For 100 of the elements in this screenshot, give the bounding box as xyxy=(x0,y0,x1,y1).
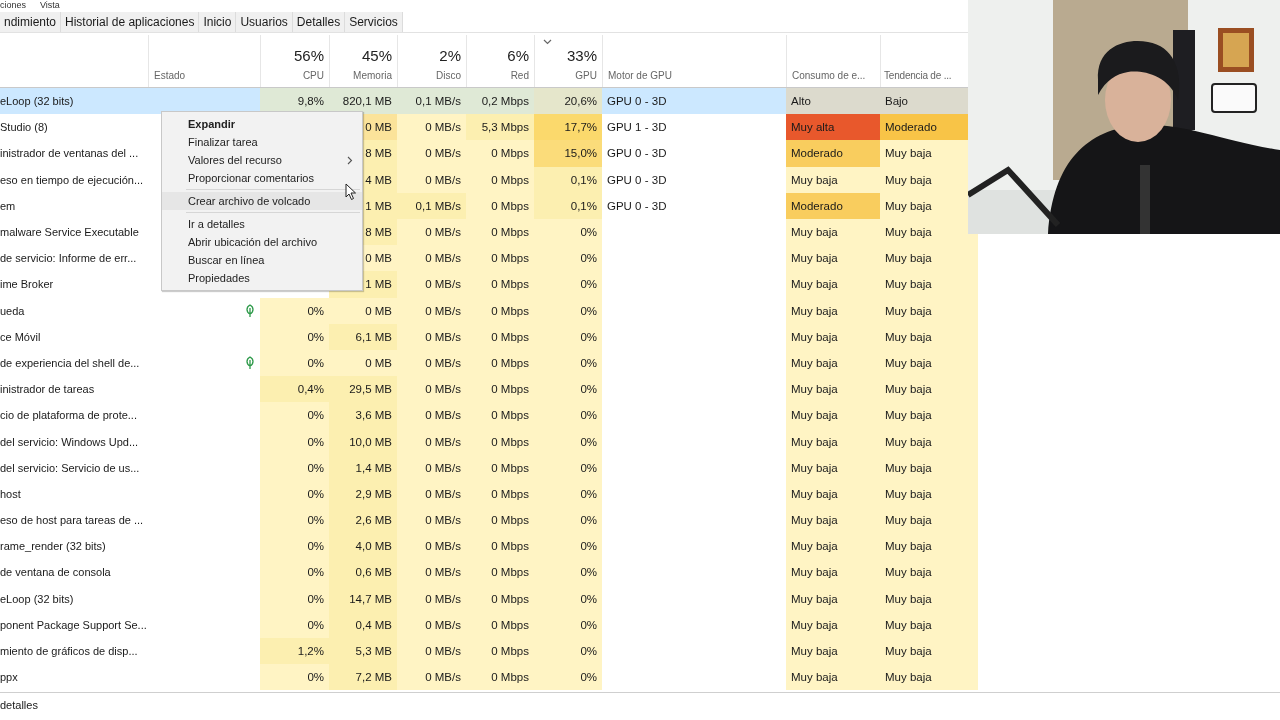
table-cell: Muy alta xyxy=(786,114,880,141)
table-cell: 1,2% xyxy=(260,637,329,665)
table-cell: 0% xyxy=(534,611,602,638)
process-name[interactable]: inistrador de ventanas del ... xyxy=(0,140,148,167)
tab[interactable]: Detalles xyxy=(292,12,346,32)
process-name[interactable]: eso de host para tareas de ... xyxy=(0,507,148,534)
table-cell: 0 MB/s xyxy=(397,507,466,534)
table-cell: Muy baja xyxy=(880,271,978,298)
tab[interactable]: Usuarios xyxy=(236,12,293,32)
table-cell: 0 MB/s xyxy=(397,271,466,298)
table-cell: 0 MB/s xyxy=(397,114,466,141)
table-cell: 0 Mbps xyxy=(466,323,534,350)
menu-item[interactable]: ciones xyxy=(0,0,26,11)
column-header[interactable]: Tendencia de ... xyxy=(884,70,952,81)
table-cell: 0% xyxy=(260,559,329,586)
process-name[interactable]: host xyxy=(0,480,148,507)
table-cell: 0,1% xyxy=(534,192,602,219)
table-cell: 15,0% xyxy=(534,140,602,167)
process-name[interactable]: miento de gráficos de disp... xyxy=(0,637,148,665)
table-cell: 0% xyxy=(534,376,602,403)
table-cell: Muy baja xyxy=(786,454,880,481)
table-cell: 0% xyxy=(260,323,329,350)
table-cell: 7,2 MB xyxy=(329,664,397,691)
table-cell: 2,9 MB xyxy=(329,480,397,507)
process-name[interactable]: em xyxy=(0,192,148,219)
table-cell: 0 Mbps xyxy=(466,507,534,534)
table-cell: 820,1 MB xyxy=(329,88,397,115)
table-cell: 0% xyxy=(534,585,602,612)
table-cell: 0,4 MB xyxy=(329,611,397,638)
process-name[interactable]: eLoop (32 bits) xyxy=(0,88,148,115)
process-name[interactable]: inistrador de tareas xyxy=(0,376,148,403)
table-cell: Muy baja xyxy=(880,611,978,638)
process-name[interactable]: Studio (8) xyxy=(0,114,148,141)
tab[interactable]: Inicio xyxy=(199,12,237,32)
process-name[interactable]: eLoop (32 bits) xyxy=(0,585,148,612)
table-cell: 0% xyxy=(260,297,329,324)
table-cell: 0 MB/s xyxy=(397,428,466,455)
table-cell: 0% xyxy=(534,245,602,272)
table-cell: 0 Mbps xyxy=(466,637,534,665)
table-cell: 0 Mbps xyxy=(466,585,534,612)
table-cell: 0% xyxy=(260,480,329,507)
process-name[interactable]: cio de plataforma de prote... xyxy=(0,402,148,429)
process-name[interactable]: ppx xyxy=(0,664,148,691)
process-name[interactable]: ce Móvil xyxy=(0,323,148,350)
menu-item[interactable]: Vista xyxy=(40,0,60,11)
column-total: 33% xyxy=(566,47,597,64)
table-cell: Muy baja xyxy=(786,245,880,272)
table-cell: 10,0 MB xyxy=(329,428,397,455)
table-cell: 0 Mbps xyxy=(466,271,534,298)
menu-item[interactable]: Crear archivo de volcado xyxy=(162,192,362,210)
table-cell: 0,4% xyxy=(260,376,329,403)
table-cell: 0,1 MB/s xyxy=(397,88,466,115)
table-cell: Muy baja xyxy=(786,323,880,350)
table-cell: 0 Mbps xyxy=(466,192,534,219)
process-name[interactable]: ime Broker xyxy=(0,271,148,298)
process-name[interactable]: de servicio: Informe de err... xyxy=(0,245,148,272)
tab[interactable]: ndimiento xyxy=(0,12,62,32)
table-cell: 0 MB xyxy=(329,297,397,324)
table-cell: 0 Mbps xyxy=(466,245,534,272)
table-cell: Muy baja xyxy=(786,585,880,612)
tab[interactable]: Servicios xyxy=(345,12,403,32)
process-name[interactable]: de experiencia del shell de... xyxy=(0,349,148,377)
table-cell: 17,7% xyxy=(534,114,602,141)
process-name[interactable]: ponent Package Support Se... xyxy=(0,611,148,638)
table-cell: 0 Mbps xyxy=(466,402,534,429)
table-cell: 0 MB/s xyxy=(397,664,466,691)
column-header[interactable]: Disco xyxy=(436,70,461,81)
column-header[interactable]: Memoria xyxy=(353,70,392,81)
table-cell: 0% xyxy=(260,507,329,534)
process-name[interactable]: del servicio: Servicio de us... xyxy=(0,454,148,481)
table-cell: 0% xyxy=(260,428,329,455)
table-cell: 0% xyxy=(534,428,602,455)
process-name[interactable]: ueda xyxy=(0,297,148,324)
process-name[interactable]: malware Service Executable xyxy=(0,218,148,246)
tab[interactable]: Historial de aplicaciones xyxy=(61,12,200,32)
column-header[interactable]: Red xyxy=(510,70,529,81)
column-header[interactable]: Consumo de e... xyxy=(792,70,866,81)
column-header[interactable]: Motor de GPU xyxy=(608,70,672,81)
table-cell: 0 MB/s xyxy=(397,611,466,638)
table-cell: Muy baja xyxy=(786,611,880,638)
column-header[interactable]: GPU xyxy=(575,70,597,81)
column-header[interactable]: Estado xyxy=(154,70,186,81)
table-cell: 0% xyxy=(260,402,329,429)
table-cell: Muy baja xyxy=(786,480,880,507)
table-cell: 0,2 Mbps xyxy=(466,88,534,115)
process-name[interactable]: de ventana de consola xyxy=(0,559,148,586)
table-cell: 0 Mbps xyxy=(466,297,534,324)
table-cell: GPU 0 - 3D xyxy=(607,199,667,212)
process-name[interactable]: eso en tiempo de ejecución... xyxy=(0,166,148,193)
table-cell: Muy baja xyxy=(786,559,880,586)
table-cell: GPU 1 - 3D xyxy=(607,121,667,134)
table-cell: 0 Mbps xyxy=(466,376,534,403)
table-cell: GPU 0 - 3D xyxy=(607,173,667,186)
process-name[interactable]: rame_render (32 bits) xyxy=(0,533,148,560)
process-name[interactable]: del servicio: Windows Upd... xyxy=(0,428,148,455)
table-cell: 5,3 Mbps xyxy=(466,114,534,141)
column-header[interactable]: CPU xyxy=(302,70,324,81)
table-cell: 0 Mbps xyxy=(466,428,534,455)
details-toggle[interactable]: detalles xyxy=(0,699,38,712)
table-cell: 4,0 MB xyxy=(329,533,397,560)
